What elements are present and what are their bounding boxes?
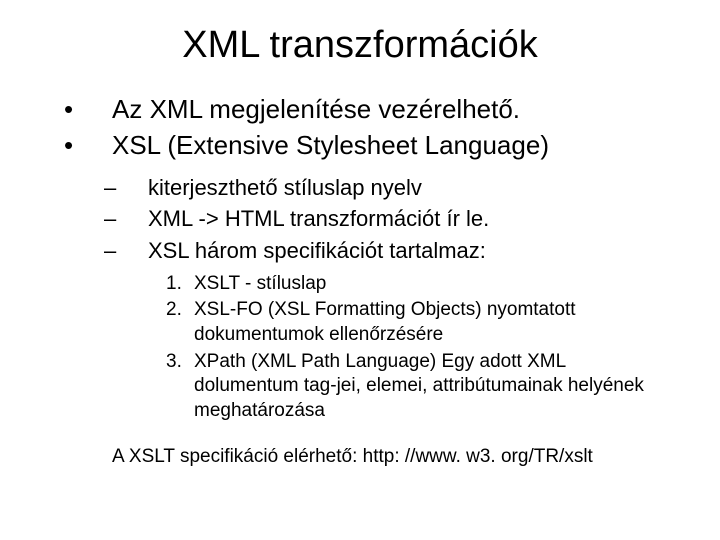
dash-icon: – xyxy=(104,173,148,203)
list-item-text: Az XML megjelenítése vezérelhető. xyxy=(112,93,520,127)
list-item-text: XSL (Extensive Stylesheet Language) xyxy=(112,129,549,163)
list-item-text: kiterjeszthető stíluslap nyelv xyxy=(148,173,422,203)
slide: XML transzformációk • Az XML megjeleníté… xyxy=(0,0,720,540)
list-item-text: XSLT - stíluslap xyxy=(194,272,326,297)
list-item-text: XML -> HTML transzformációt ír le. xyxy=(148,204,489,234)
slide-title: XML transzformációk xyxy=(36,24,684,67)
number-icon: 1. xyxy=(166,272,194,297)
list-item: – kiterjeszthető stíluslap nyelv xyxy=(104,173,684,203)
level3-list: 1. XSLT - stíluslap 2. XSL-FO (XSL Forma… xyxy=(36,272,684,424)
number-icon: 3. xyxy=(166,350,194,424)
bullet-icon: • xyxy=(64,93,112,127)
list-item: • XSL (Extensive Stylesheet Language) xyxy=(64,129,684,163)
dash-icon: – xyxy=(104,236,148,266)
list-item-text: XSL három specifikációt tartalmaz: xyxy=(148,236,486,266)
dash-icon: – xyxy=(104,204,148,234)
list-item: – XSL három specifikációt tartalmaz: xyxy=(104,236,684,266)
level2-list: – kiterjeszthető stíluslap nyelv – XML -… xyxy=(36,173,684,266)
list-item: 3. XPath (XML Path Language) Egy adott X… xyxy=(166,350,664,424)
level1-list: • Az XML megjelenítése vezérelhető. • XS… xyxy=(36,93,684,163)
bullet-icon: • xyxy=(64,129,112,163)
list-item-text: XPath (XML Path Language) Egy adott XML … xyxy=(194,350,664,424)
number-icon: 2. xyxy=(166,298,194,347)
list-item: – XML -> HTML transzformációt ír le. xyxy=(104,204,684,234)
list-item: 1. XSLT - stíluslap xyxy=(166,272,664,297)
footer-text: A XSLT specifikáció elérhető: http: //ww… xyxy=(36,446,684,468)
list-item-text: XSL-FO (XSL Formatting Objects) nyomtato… xyxy=(194,298,664,347)
list-item: 2. XSL-FO (XSL Formatting Objects) nyomt… xyxy=(166,298,664,347)
list-item: • Az XML megjelenítése vezérelhető. xyxy=(64,93,684,127)
